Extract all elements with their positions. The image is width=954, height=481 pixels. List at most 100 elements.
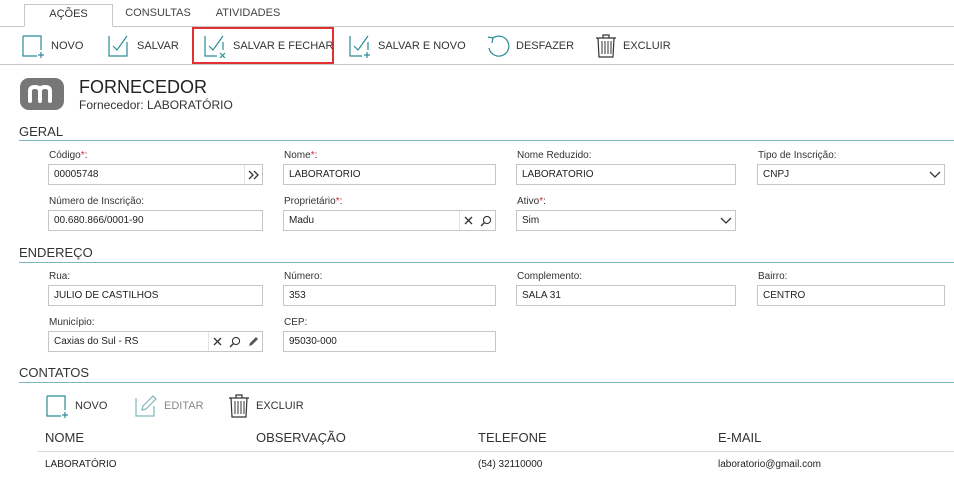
edit-icon: [135, 395, 157, 417]
excluir-button[interactable]: EXCLUIR: [595, 30, 671, 62]
excluir-label: EXCLUIR: [623, 40, 671, 52]
logo-m-icon: [20, 78, 64, 110]
contato-telefone-cell: (54) 32110000: [478, 459, 543, 470]
bairro-value: CENTRO: [763, 290, 806, 301]
nome-value: LABORATÓRIO: [289, 169, 361, 180]
ativo-label: Ativo*:: [517, 196, 546, 207]
contato-excluir-button[interactable]: EXCLUIR: [228, 390, 304, 422]
proprietario-label: Proprietário*:: [284, 196, 343, 207]
tipo-inscricao-dropdown[interactable]: [926, 165, 944, 184]
municipio-field[interactable]: Caxias do Sul - RS: [48, 331, 263, 352]
contato-editar-button[interactable]: EDITAR: [134, 390, 204, 422]
desfazer-button[interactable]: DESFAZER: [486, 30, 574, 62]
tipo-inscricao-select[interactable]: CNPJ: [757, 164, 945, 185]
nome-label: Nome*:: [284, 150, 318, 161]
municipio-value: Caxias do Sul - RS: [54, 336, 139, 347]
municipio-search-button[interactable]: [226, 332, 244, 351]
undo-icon: [487, 35, 510, 57]
column-header-observacao[interactable]: OBSERVAÇÃO: [256, 430, 346, 445]
new-document-icon: [46, 395, 68, 418]
numero-value: 353: [289, 290, 306, 301]
column-header-telefone[interactable]: TELEFONE: [478, 430, 547, 445]
contato-nome-cell: LABORATÓRIO: [45, 459, 117, 470]
ativo-dropdown[interactable]: [717, 211, 735, 230]
save-new-icon: [349, 35, 370, 58]
nome-reduzido-value: LABORATÓRIO: [522, 169, 594, 180]
numero-label: Número:: [284, 271, 323, 282]
new-document-icon: [22, 35, 44, 58]
numero-inscricao-field[interactable]: 00.680.866/0001-90: [48, 210, 263, 231]
nome-reduzido-field[interactable]: LABORATÓRIO: [516, 164, 736, 185]
close-icon: [464, 216, 473, 225]
salvar-label: SALVAR: [137, 40, 179, 52]
contato-novo-label: NOVO: [75, 400, 108, 412]
search-icon: [480, 215, 492, 226]
codigo-field[interactable]: 00005748: [48, 164, 263, 185]
proprietario-clear-button[interactable]: [459, 211, 477, 230]
cep-field[interactable]: 95030-000: [283, 331, 496, 352]
contato-email-cell: laboratorio@gmail.com: [718, 459, 821, 470]
rua-field[interactable]: JULIO DE CASTILHOS: [48, 285, 263, 306]
salvar-fechar-button[interactable]: SALVAR E FECHAR: [203, 30, 333, 62]
page-title: FORNECEDOR: [79, 77, 208, 97]
tipo-inscricao-label: Tipo de Inscrição:: [758, 150, 837, 161]
table-header-divider: [38, 451, 954, 452]
salvar-button[interactable]: SALVAR: [107, 30, 179, 62]
municipio-edit-button[interactable]: [244, 332, 262, 351]
chevron-down-icon: [929, 171, 941, 178]
numero-inscricao-label: Número de Inscrição:: [49, 196, 145, 207]
trash-icon: [596, 34, 616, 58]
next-code-button[interactable]: [244, 165, 262, 184]
codigo-value: 00005748: [54, 169, 99, 180]
tipo-inscricao-value: CNPJ: [763, 169, 790, 180]
section-endereco-divider: [19, 262, 954, 263]
save-check-icon: [108, 35, 128, 57]
section-geral-divider: [19, 140, 954, 141]
bairro-label: Bairro:: [758, 271, 788, 282]
cep-value: 95030-000: [289, 336, 337, 347]
column-header-nome[interactable]: NOME: [45, 430, 84, 445]
numero-field[interactable]: 353: [283, 285, 496, 306]
section-endereco-title: ENDEREÇO: [19, 245, 93, 260]
close-icon: [213, 337, 222, 346]
section-contatos-divider: [19, 382, 954, 383]
municipio-label: Município:: [49, 317, 95, 328]
salvar-novo-button[interactable]: SALVAR E NOVO: [348, 30, 466, 62]
proprietario-field[interactable]: Madu: [283, 210, 496, 231]
municipio-clear-button[interactable]: [208, 332, 226, 351]
column-header-email[interactable]: E-MAIL: [718, 430, 761, 445]
rua-value: JULIO DE CASTILHOS: [54, 290, 159, 301]
contato-editar-label: EDITAR: [164, 400, 204, 412]
cep-label: CEP:: [284, 317, 308, 328]
ativo-value: Sim: [522, 215, 540, 226]
nome-field[interactable]: LABORATÓRIO: [283, 164, 496, 185]
salvar-novo-label: SALVAR E NOVO: [378, 40, 466, 52]
nome-reduzido-label: Nome Reduzido:: [517, 150, 592, 161]
proprietario-search-button[interactable]: [477, 211, 495, 230]
chevron-down-icon: [720, 217, 732, 224]
tab-consultas[interactable]: CONSULTAS: [113, 4, 203, 27]
pencil-icon: [249, 336, 258, 346]
numero-inscricao-value: 00.680.866/0001-90: [54, 215, 144, 226]
section-geral-title: GERAL: [19, 124, 64, 139]
tab-atividades[interactable]: ATIVIDADES: [203, 4, 293, 27]
codigo-label: Código*:: [49, 150, 88, 161]
tab-bar: AÇÕES CONSULTAS ATIVIDADES: [0, 0, 954, 27]
complemento-value: SALA 31: [522, 290, 561, 301]
save-close-icon: [204, 35, 226, 58]
complemento-field[interactable]: SALA 31: [516, 285, 736, 306]
bairro-field[interactable]: CENTRO: [757, 285, 945, 306]
contato-excluir-label: EXCLUIR: [256, 400, 304, 412]
tab-bar-divider: [0, 26, 954, 27]
double-chevron-right-icon: [248, 170, 259, 179]
rua-label: Rua:: [49, 271, 71, 282]
tab-acoes[interactable]: AÇÕES: [24, 4, 113, 27]
contato-novo-button[interactable]: NOVO: [45, 390, 107, 422]
page-subtitle: Fornecedor: LABORATÓRIO: [79, 98, 233, 112]
search-icon: [229, 336, 241, 347]
section-contatos-title: CONTATOS: [19, 365, 90, 380]
novo-button[interactable]: NOVO: [21, 30, 83, 62]
ativo-select[interactable]: Sim: [516, 210, 736, 231]
complemento-label: Complemento:: [517, 271, 583, 282]
salvar-fechar-label: SALVAR E FECHAR: [233, 40, 334, 52]
